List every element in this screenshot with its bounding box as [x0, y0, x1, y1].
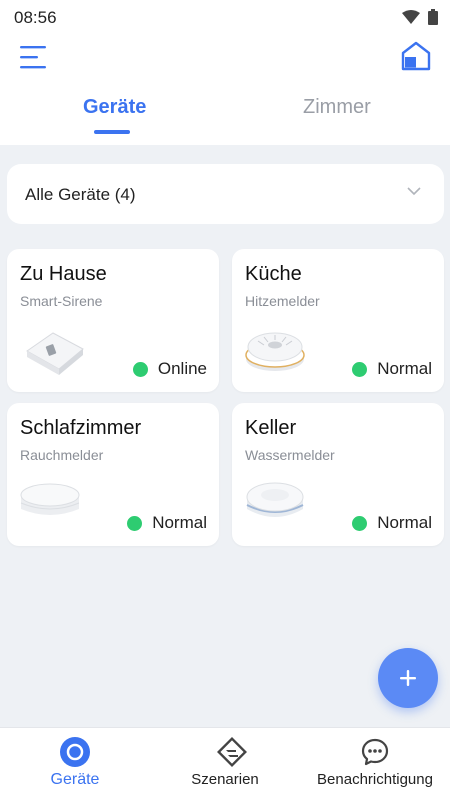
device-name: Schlafzimmer	[20, 417, 142, 439]
status-bar: 08:56	[0, 0, 450, 36]
devices-icon	[60, 737, 90, 767]
chevron-down-icon	[407, 187, 421, 196]
tab-bar: Geräte Zimmer	[0, 96, 450, 136]
status-label: Normal	[377, 359, 432, 378]
device-name: Zu Hause	[20, 263, 107, 285]
device-card-zu-hause[interactable]: Zu Hause Smart-Sirene Online	[7, 249, 219, 392]
device-filter-dropdown[interactable]: Alle Geräte (4)	[7, 164, 444, 224]
device-type: Smart-Sirene	[20, 293, 103, 309]
status-label: Normal	[152, 513, 207, 532]
status-label: Normal	[377, 513, 432, 532]
smoke-detector-device-image	[20, 483, 80, 515]
nav-benachrichtigung[interactable]: Benachrichtigung	[300, 728, 450, 800]
tab-geraete[interactable]: Geräte	[83, 96, 146, 119]
active-tab-indicator	[94, 130, 130, 134]
notifications-icon	[361, 738, 389, 766]
home-button[interactable]	[400, 40, 432, 72]
scenes-icon	[217, 737, 247, 767]
menu-icon	[20, 46, 46, 69]
device-card-keller[interactable]: Keller Wassermelder Normal	[232, 403, 444, 546]
status-icons	[402, 9, 438, 25]
device-type: Wassermelder	[245, 447, 335, 463]
nav-geraete[interactable]: Geräte	[0, 728, 150, 800]
device-status: Normal	[127, 513, 207, 533]
nav-label: Geräte	[50, 771, 100, 788]
status-dot	[352, 361, 368, 377]
wifi-icon	[402, 10, 420, 24]
bottom-navigation: Geräte Szenarien Benachrichtigung	[0, 727, 450, 800]
heat-detector-device-image	[245, 332, 305, 371]
status-dot	[132, 361, 148, 377]
nav-szenarien[interactable]: Szenarien	[150, 728, 300, 800]
smart-siren-device-image	[26, 332, 84, 375]
nav-label: Benachrichtigung	[317, 771, 433, 788]
device-name: Keller	[245, 417, 297, 439]
device-name: Küche	[245, 263, 302, 285]
device-status: Normal	[352, 513, 432, 533]
battery-icon	[428, 9, 438, 25]
tab-zimmer[interactable]: Zimmer	[303, 96, 371, 119]
device-card-kueche[interactable]: Küche Hitzemelder Normal	[232, 249, 444, 392]
plus-icon	[400, 670, 416, 686]
menu-button[interactable]	[18, 44, 48, 70]
nav-label: Szenarien	[191, 771, 259, 788]
status-dot	[127, 515, 143, 531]
add-device-button[interactable]	[378, 648, 438, 708]
water-detector-device-image	[246, 482, 304, 517]
status-time: 08:56	[14, 8, 57, 27]
device-status: Normal	[352, 359, 432, 379]
device-type: Rauchmelder	[20, 447, 104, 463]
device-type: Hitzemelder	[245, 293, 320, 309]
status-label: Online	[157, 359, 207, 378]
device-card-schlafzimmer[interactable]: Schlafzimmer Rauchmelder Normal	[7, 403, 219, 546]
status-dot	[352, 515, 368, 531]
home-icon	[401, 41, 431, 71]
filter-label: Alle Geräte (4)	[25, 185, 136, 204]
header-area: 08:56 Geräte Zimmer	[0, 0, 450, 145]
device-status: Online	[132, 359, 207, 379]
